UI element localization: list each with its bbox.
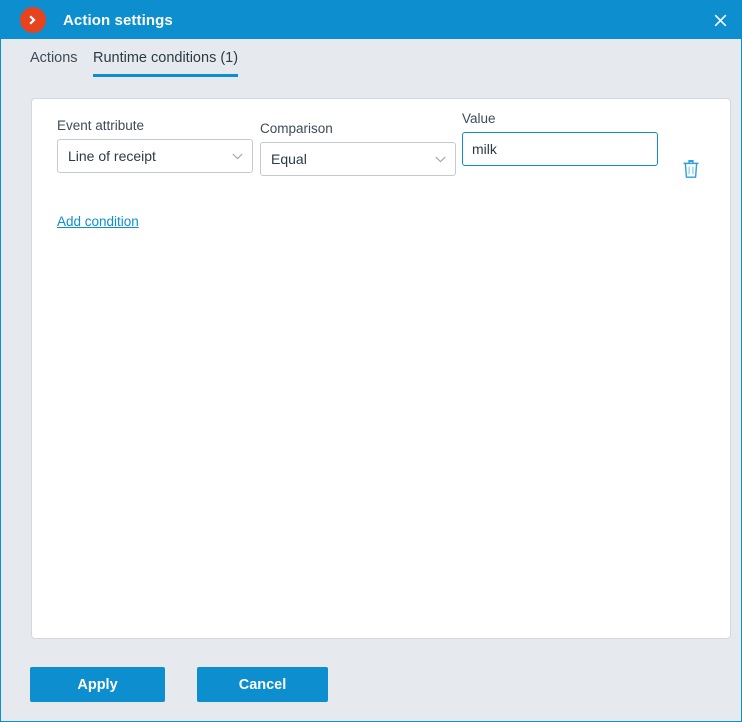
action-settings-dialog: Action settings Actions Runtime conditio… bbox=[0, 0, 742, 722]
event-attribute-field: Event attribute Line of receipt bbox=[57, 118, 253, 173]
conditions-panel: Event attribute Line of receipt Comparis… bbox=[31, 98, 731, 639]
value-input-wrapper bbox=[462, 132, 658, 166]
trash-icon[interactable] bbox=[677, 155, 705, 183]
tab-runtime-conditions[interactable]: Runtime conditions (1) bbox=[93, 50, 239, 77]
chevron-down-icon bbox=[226, 153, 248, 160]
event-attribute-select[interactable]: Line of receipt bbox=[57, 139, 253, 173]
value-label: Value bbox=[462, 111, 496, 126]
dialog-footer: Apply Cancel bbox=[1, 656, 741, 721]
cancel-button[interactable]: Cancel bbox=[197, 667, 328, 702]
event-attribute-label: Event attribute bbox=[57, 118, 145, 133]
value-field: Value bbox=[462, 111, 658, 166]
tab-actions[interactable]: Actions bbox=[30, 50, 78, 77]
comparison-value: Equal bbox=[271, 151, 307, 167]
condition-row: Event attribute Line of receipt Comparis… bbox=[32, 99, 732, 209]
chevron-right-circle-icon bbox=[20, 7, 46, 33]
chevron-down-icon bbox=[429, 156, 451, 163]
comparison-field: Comparison Equal bbox=[260, 121, 456, 176]
title-bar: Action settings bbox=[1, 1, 741, 39]
apply-button[interactable]: Apply bbox=[30, 667, 165, 702]
tab-bar: Actions Runtime conditions (1) bbox=[1, 39, 741, 87]
comparison-select[interactable]: Equal bbox=[260, 142, 456, 176]
page-title: Action settings bbox=[63, 11, 173, 29]
event-attribute-value: Line of receipt bbox=[68, 148, 156, 164]
value-input[interactable] bbox=[462, 132, 658, 166]
comparison-label: Comparison bbox=[260, 121, 333, 136]
add-condition-link[interactable]: Add condition bbox=[57, 214, 139, 229]
close-icon[interactable] bbox=[697, 1, 741, 39]
